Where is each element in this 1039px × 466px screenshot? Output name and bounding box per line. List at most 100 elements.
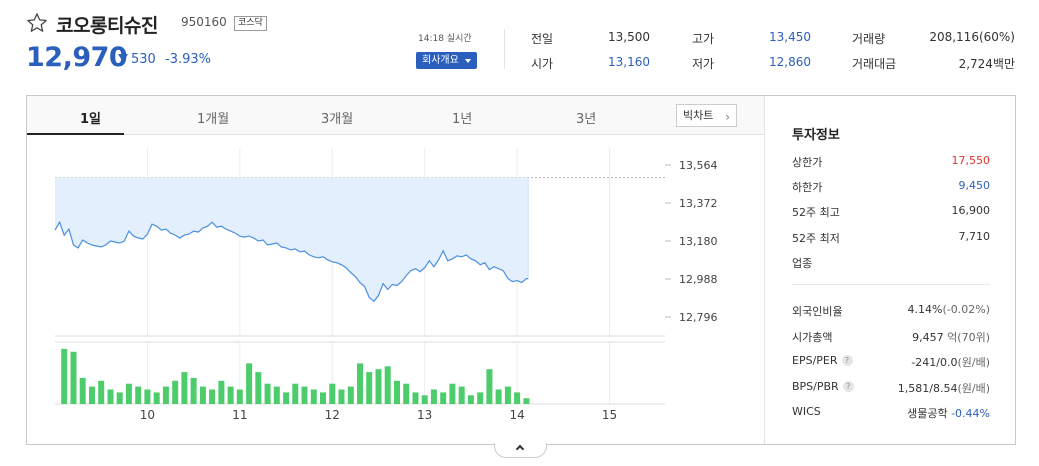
week52-high-label: 52주 최고	[792, 206, 840, 219]
bps-pbr-label-wrap: BPS/PBR?	[792, 380, 854, 393]
bigchart-button[interactable]: 빅차트 ›	[676, 104, 737, 127]
lower-limit-row: 하한가 9,450	[792, 179, 990, 195]
upper-limit-value: 17,550	[951, 154, 991, 167]
volume-bar	[255, 372, 262, 404]
volume-bar	[61, 348, 68, 404]
eps-per-row: EPS/PER? -241/0.0(원/배)	[792, 354, 990, 370]
volume-bar	[181, 372, 188, 404]
upper-limit-label: 상한가	[792, 156, 823, 169]
sector-row: 업종	[792, 255, 990, 271]
x-tick-label: 10	[140, 408, 155, 422]
eps-per-label-wrap: EPS/PER?	[792, 354, 853, 367]
volume-bar	[89, 386, 95, 404]
volume-bar	[523, 398, 530, 404]
wics-row: WICS 생물공학 -0.44%	[792, 405, 990, 421]
period-tabs: 1일 1개월 3개월 1년 3년 빅차트 ›	[27, 96, 764, 135]
caret-down-icon	[465, 59, 471, 63]
bps-pbr-number: 1,581/8.54	[897, 382, 958, 395]
tab-3month[interactable]: 3개월	[321, 108, 353, 127]
y-tick-label: 13,564	[679, 159, 718, 172]
foreign-ratio-row: 외국인비율 4.14%(-0.02%)	[792, 303, 990, 319]
stock-code: 950160	[181, 15, 227, 29]
investment-info-panel: 투자정보 상한가 17,550 하한가 9,450 52주 최고 16,900 …	[765, 96, 1015, 444]
tab-1day[interactable]: 1일	[80, 108, 101, 127]
high-label: 고가	[692, 32, 715, 46]
bps-pbr-row: BPS/PBR? 1,581/8.54(원/배)	[792, 380, 990, 396]
volume-bar	[301, 386, 308, 404]
volume-bar	[292, 383, 299, 404]
volume-bar	[375, 369, 382, 404]
volume-value: 208,116(60%)	[929, 30, 1015, 44]
chevron-up-icon	[515, 444, 525, 454]
y-tick-label: 12,988	[679, 273, 718, 286]
upper-limit-row: 상한가 17,550	[792, 154, 990, 170]
divider	[504, 29, 505, 69]
open-label: 시가	[531, 57, 554, 71]
divider	[792, 284, 990, 285]
volume-bar	[116, 392, 123, 404]
stock-header: 코오롱티슈진 950160 코스닥 12,970 530 -3.93% 14:1…	[0, 0, 1039, 90]
market-cap-value: 9,457 억(70위)	[912, 329, 990, 345]
active-tab-indicator	[27, 133, 124, 135]
tab-3year[interactable]: 3년	[576, 108, 596, 127]
stock-name: 코오롱티슈진	[56, 15, 158, 37]
volume-bar	[430, 389, 437, 404]
company-overview-label: 회사개요	[422, 55, 459, 66]
volume-bar	[209, 389, 216, 404]
high-value: 13,450	[769, 30, 811, 44]
tab-1month[interactable]: 1개월	[197, 108, 229, 127]
volume-bar	[338, 389, 345, 404]
volume-bar	[107, 389, 114, 404]
chevron-right-icon: ›	[725, 110, 730, 124]
market-cap-number: 9,457	[912, 331, 944, 344]
market-badge: 코스닥	[234, 16, 267, 31]
y-tick-label: 12,796	[679, 311, 718, 324]
low-label: 저가	[692, 57, 715, 71]
volume-bar	[246, 363, 253, 404]
tab-1year[interactable]: 1년	[452, 108, 472, 127]
volume-bar	[440, 392, 447, 404]
price-chart[interactable]: 13,564 13,372 13,180 12,988 12,796 10 11 12 13 14…	[27, 136, 764, 444]
x-tick-label: 11	[232, 408, 247, 422]
down-arrow-icon	[118, 54, 128, 62]
market-cap-row: 시가총액 9,457 억(70위)	[792, 329, 990, 345]
eps-per-label: EPS/PER	[792, 354, 838, 367]
x-tick-label: 15	[602, 408, 617, 422]
volume-bar	[283, 392, 290, 404]
volume-bar	[495, 389, 502, 404]
bps-pbr-label: BPS/PBR	[792, 380, 839, 393]
week52-low-label: 52주 최저	[792, 232, 840, 245]
volume-bar	[329, 383, 336, 404]
x-tick-label: 13	[417, 408, 432, 422]
y-tick-label: 13,372	[679, 197, 718, 210]
turnover-value: 2,724백만	[958, 57, 1015, 71]
volume-bar	[199, 386, 206, 404]
wics-value: 생물공학 -0.44%	[907, 405, 990, 421]
star-icon[interactable]	[26, 12, 48, 34]
volume-bar	[467, 395, 474, 404]
eps-per-value: -241/0.0(원/배)	[911, 354, 990, 370]
collapse-toggle[interactable]	[494, 443, 547, 458]
help-icon[interactable]: ?	[841, 355, 853, 366]
volume-bar	[477, 392, 484, 404]
volume-bar	[70, 351, 77, 404]
y-tick-label: 13,180	[679, 235, 718, 248]
help-icon[interactable]: ?	[842, 381, 854, 392]
bps-pbr-unit: (원/배)	[957, 382, 990, 395]
volume-bar	[366, 372, 373, 404]
company-overview-button[interactable]: 회사개요	[416, 52, 477, 69]
eps-per-unit: (원/배)	[957, 356, 990, 369]
lower-limit-value: 9,450	[958, 179, 991, 192]
foreign-ratio-change: (-0.02%)	[942, 303, 991, 316]
volume-bar	[403, 383, 410, 404]
wics-sector[interactable]: 생물공학	[907, 407, 947, 420]
chart-box: 1일 1개월 3개월 1년 3년 빅차트 › 13,564 13,372 13,18…	[26, 95, 1016, 445]
wics-change: -0.44%	[951, 407, 990, 420]
prev-close-value: 13,500	[608, 30, 650, 44]
volume-bar	[384, 366, 391, 404]
volume-label: 거래량	[852, 32, 886, 46]
volume-bar	[273, 386, 280, 404]
bigchart-label: 빅차트	[683, 109, 714, 122]
lower-limit-label: 하한가	[792, 181, 823, 194]
volume-bar	[347, 386, 354, 404]
